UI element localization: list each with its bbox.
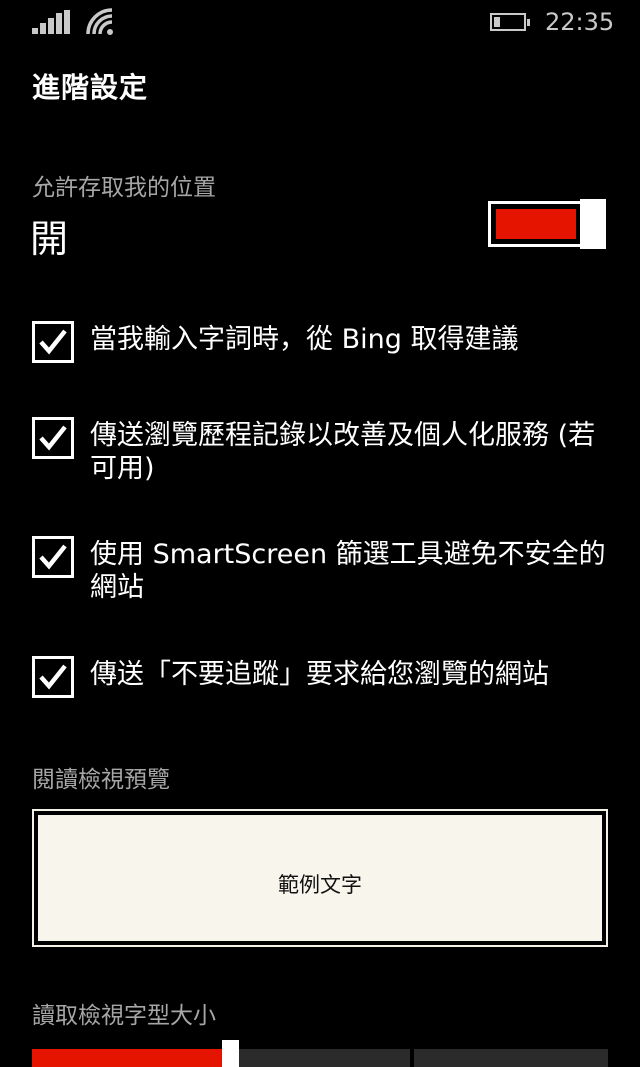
font-size-label: 讀取檢視字型大小 bbox=[32, 1003, 216, 1029]
toggle-thumb[interactable] bbox=[580, 199, 606, 249]
signal-strength-icon bbox=[32, 10, 72, 34]
page-title: 進階設定 bbox=[32, 71, 149, 104]
slider-segment bbox=[414, 1049, 608, 1067]
location-toggle-switch[interactable] bbox=[488, 199, 610, 249]
preview-sample-text: 範例文字 bbox=[278, 873, 362, 897]
checkmark-icon bbox=[39, 329, 67, 355]
reading-view-preview: 範例文字 bbox=[32, 809, 608, 947]
battery-icon bbox=[490, 13, 530, 31]
wifi-icon bbox=[86, 8, 113, 35]
do-not-track-label: 傳送「不要追蹤」要求給您瀏覽的網站 bbox=[90, 659, 549, 690]
slider-fill bbox=[32, 1049, 222, 1067]
reading-view-preview-label: 閱讀檢視預覽 bbox=[32, 767, 170, 793]
slider-thumb[interactable] bbox=[222, 1040, 239, 1067]
bing-suggestions-label: 當我輸入字詞時，從 Bing 取得建議 bbox=[90, 324, 519, 355]
smartscreen-checkbox[interactable] bbox=[32, 536, 74, 578]
browsing-history-label: 傳送瀏覽歷程記錄以改善及個人化服務 (若可用) bbox=[90, 420, 596, 484]
checkmark-icon bbox=[39, 544, 67, 570]
status-time: 22:35 bbox=[545, 8, 615, 36]
font-size-slider[interactable] bbox=[32, 1040, 608, 1067]
smartscreen-label: 使用 SmartScreen 篩選工具避免不安全的網站 bbox=[90, 539, 606, 603]
location-setting-label: 允許存取我的位置 bbox=[32, 175, 216, 201]
do-not-track-checkbox[interactable] bbox=[32, 656, 74, 698]
checkmark-icon bbox=[39, 425, 67, 451]
browsing-history-checkbox[interactable] bbox=[32, 417, 74, 459]
slider-segment bbox=[236, 1049, 410, 1067]
status-bar: 22:35 bbox=[0, 0, 640, 48]
checkmark-icon bbox=[39, 664, 67, 690]
location-toggle-state: 開 bbox=[30, 217, 69, 261]
toggle-track bbox=[488, 201, 584, 247]
bing-suggestions-checkbox[interactable] bbox=[32, 321, 74, 363]
